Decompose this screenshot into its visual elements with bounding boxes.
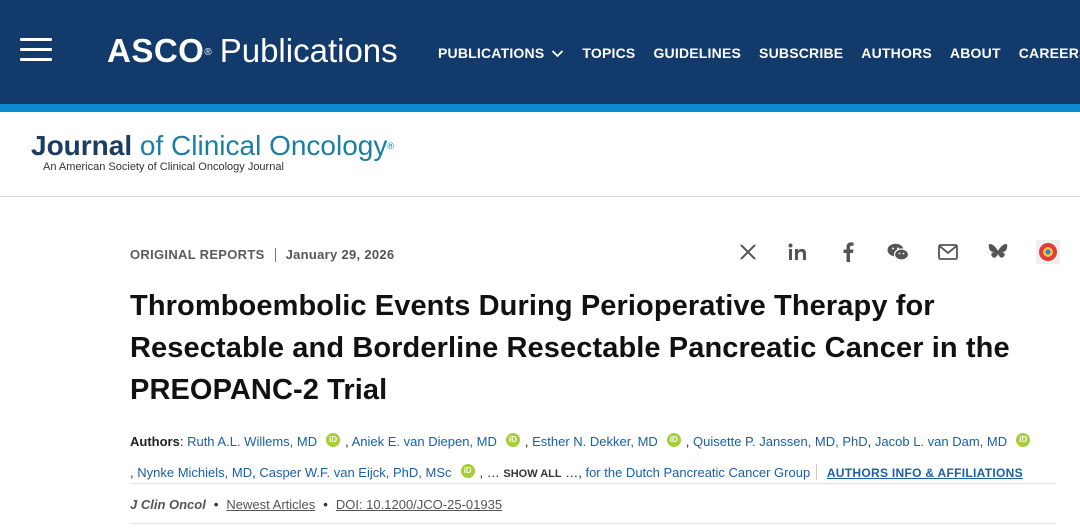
orcid-icon[interactable]: iD xyxy=(326,433,341,447)
jco-logo[interactable]: Journal of Clinical Oncology® An America… xyxy=(31,130,394,173)
nav-topics[interactable]: TOPICS xyxy=(582,45,635,61)
divider xyxy=(816,464,818,480)
journal-abbrev: J Clin Oncol xyxy=(130,497,206,512)
nav-label: ABOUT xyxy=(949,45,1001,61)
orcid-icon[interactable]: iD xyxy=(460,464,475,478)
nav-label: CAREERS xyxy=(1018,45,1080,61)
brand-registered-mark: ® xyxy=(204,47,212,58)
doi-link[interactable]: DOI: 10.1200/JCO-25-01935 xyxy=(336,497,502,512)
menu-icon[interactable] xyxy=(20,38,52,62)
author-list: Authors: Ruth A.L. Willems, MD iD, Aniek … xyxy=(130,426,1060,490)
asco-publications-logo[interactable]: ASCO® Publications xyxy=(107,31,398,71)
brand-publications: Publications xyxy=(219,32,398,69)
main-nav: PUBLICATIONS TOPICS GUIDELINES SUBSCRIBE… xyxy=(438,45,1080,61)
nav-subscribe[interactable]: SUBSCRIBE xyxy=(759,45,843,61)
meta-divider xyxy=(274,247,276,262)
divider xyxy=(130,483,1056,484)
share-bar xyxy=(736,240,1060,264)
newest-articles-link[interactable]: Newest Articles xyxy=(226,497,315,512)
nav-publications[interactable]: PUBLICATIONS xyxy=(438,45,564,61)
linkedin-icon[interactable] xyxy=(786,240,810,264)
ellipsis: … xyxy=(486,465,500,480)
nav-label: SUBSCRIBE xyxy=(759,45,844,61)
author-link[interactable]: Ruth A.L. Willems, MD xyxy=(187,434,317,449)
article-type[interactable]: ORIGINAL REPORTS xyxy=(130,247,265,262)
divider xyxy=(130,523,1056,524)
author-link[interactable]: Jacob L. van Dam, MD xyxy=(875,434,1007,449)
author-link[interactable]: Quisette P. Janssen, MD, PhD xyxy=(693,434,868,449)
journal-title: Journal of Clinical Oncology® xyxy=(31,130,394,162)
author-link[interactable]: Casper W.F. van Eijck, PhD, MSc xyxy=(259,465,451,480)
facebook-icon[interactable] xyxy=(836,240,860,264)
nav-about[interactable]: ABOUT xyxy=(950,45,1001,61)
orcid-icon[interactable]: iD xyxy=(666,433,681,447)
author-link[interactable]: Aniek E. van Diepen, MD xyxy=(352,434,497,449)
orcid-icon[interactable]: iD xyxy=(505,433,520,447)
nav-guidelines[interactable]: GUIDELINES xyxy=(653,45,741,61)
article-meta: ORIGINAL REPORTS January 29, 2026 xyxy=(130,247,394,262)
journal-title-rest: of Clinical Oncology xyxy=(132,130,388,161)
article-title: Thromboembolic Events During Perioperati… xyxy=(130,290,1010,406)
publication-date: January 29, 2026 xyxy=(285,247,395,262)
nav-authors[interactable]: AUTHORS xyxy=(861,45,932,61)
wechat-icon[interactable] xyxy=(886,240,910,264)
nav-label: GUIDELINES xyxy=(653,45,742,61)
ellipsis: … xyxy=(565,465,579,480)
nav-label: TOPICS xyxy=(582,45,636,61)
nav-label: AUTHORS xyxy=(861,45,932,61)
bullet: • xyxy=(213,497,219,512)
bullet: • xyxy=(323,497,328,512)
brand-asco: ASCO xyxy=(107,32,205,69)
citation-line: J Clin Oncol • Newest Articles • DOI: 10.120… xyxy=(130,497,502,512)
nav-careers[interactable]: CAREERS xyxy=(1019,45,1080,61)
header-stripe xyxy=(0,104,1080,112)
journal-title-bold: Journal xyxy=(31,130,133,161)
journal-registered-mark: ® xyxy=(387,141,395,151)
group-author-link[interactable]: for the Dutch Pancreatic Cancer Group xyxy=(585,465,810,480)
authors-info-affiliations-link[interactable]: AUTHORS INFO & AFFILIATIONS xyxy=(827,466,1023,480)
orcid-icon[interactable]: iD xyxy=(1016,433,1031,447)
email-icon[interactable] xyxy=(936,240,960,264)
x-icon[interactable] xyxy=(736,240,760,264)
authors-label: Authors xyxy=(130,434,180,449)
chevron-down-icon xyxy=(552,49,564,57)
journal-subtitle: An American Society of Clinical Oncology… xyxy=(43,161,284,173)
altmetric-icon[interactable] xyxy=(1036,240,1060,264)
author-link[interactable]: Esther N. Dekker, MD xyxy=(532,434,658,449)
author-link[interactable]: Nynke Michiels, MD xyxy=(137,465,252,480)
nav-label: PUBLICATIONS xyxy=(438,45,545,61)
bluesky-icon[interactable] xyxy=(986,240,1010,264)
show-all-authors-button[interactable]: SHOW ALL xyxy=(503,468,561,480)
